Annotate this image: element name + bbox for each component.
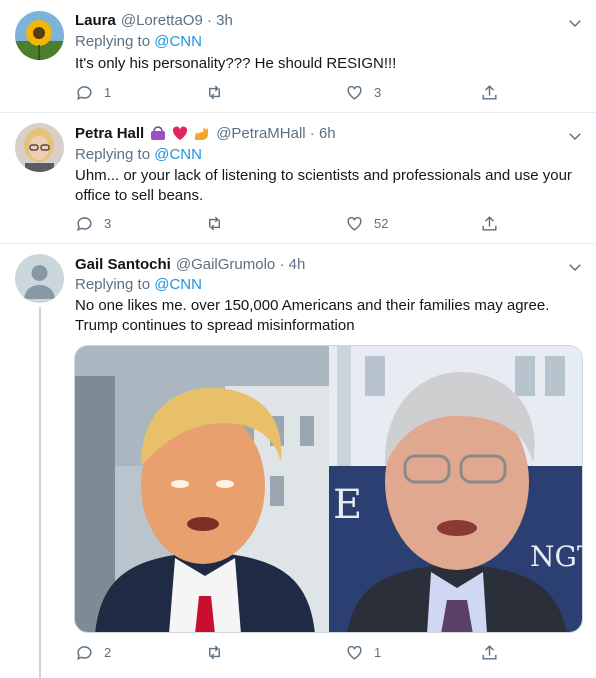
mention-link[interactable]: @CNN [154, 276, 202, 293]
woman-with-glasses-avatar-icon [15, 123, 64, 172]
display-name[interactable]: Gail Santochi [75, 256, 171, 273]
like-count: 52 [374, 215, 389, 231]
default-profile-avatar-icon [15, 254, 64, 303]
handle-and-time[interactable]: @PetraMHall · 6h [216, 125, 335, 142]
tweet-media-image[interactable]: E NGT [74, 345, 583, 633]
retweet-button[interactable] [205, 212, 234, 234]
replying-to: Replying to @CNN [75, 33, 202, 50]
share-icon [482, 84, 497, 100]
purse-emoji-icon [149, 124, 167, 142]
replying-to-label: Replying to [75, 276, 151, 293]
heart-icon [347, 85, 362, 100]
tweet-text: It's only his personality??? He should R… [75, 55, 397, 72]
replying-to-label: Replying to [75, 146, 151, 163]
share-icon [482, 644, 497, 660]
retweet-button[interactable] [205, 81, 234, 103]
handle-and-time[interactable]: @GailGrumolo · 4h [176, 256, 305, 273]
like-button[interactable]: 1 [345, 641, 381, 663]
retweet-icon [209, 645, 220, 659]
share-button[interactable] [480, 81, 499, 103]
avatar[interactable] [15, 123, 64, 172]
reply-count: 2 [104, 644, 112, 660]
heart-icon [347, 216, 362, 231]
retweet-icon [209, 216, 220, 230]
replying-to-label: Replying to [75, 33, 151, 50]
heart-icon [347, 645, 362, 660]
like-button[interactable]: 3 [345, 81, 381, 103]
chevron-down-icon[interactable] [566, 14, 584, 32]
chevron-down-icon[interactable] [566, 258, 584, 276]
thread-connector-line [39, 307, 41, 678]
cat-emoji-icon [193, 124, 211, 142]
mention-link[interactable]: @CNN [154, 146, 202, 163]
tweet-header: Petra Hall @PetraMHall · 6h [75, 123, 588, 143]
retweet-icon [209, 85, 220, 99]
mention-link[interactable]: @CNN [154, 33, 202, 50]
reply-button[interactable]: 2 [75, 641, 111, 663]
like-count: 1 [374, 644, 382, 660]
display-name[interactable]: Petra Hall [75, 125, 144, 142]
replying-to: Replying to @CNN [75, 146, 202, 163]
svg-text:E: E [333, 482, 362, 528]
like-button[interactable]: 52 [345, 212, 388, 234]
tweet-actions: 3 52 [75, 212, 505, 234]
reply-icon [77, 85, 92, 100]
handle-and-time[interactable]: @LorettaO9 · 3h [121, 12, 233, 29]
reply-button[interactable]: 1 [75, 81, 111, 103]
side-by-side-photo-two-men-icon: E NGT [75, 346, 583, 632]
replying-to: Replying to @CNN [75, 276, 202, 293]
retweet-button[interactable] [205, 641, 234, 663]
chevron-down-icon[interactable] [566, 127, 584, 145]
share-icon [482, 215, 497, 231]
tweet-actions: 2 1 [75, 641, 505, 663]
avatar[interactable] [15, 11, 64, 60]
reply-button[interactable]: 3 [75, 212, 111, 234]
reply-count: 1 [104, 84, 112, 100]
reply-icon [77, 216, 92, 231]
display-name[interactable]: Laura [75, 12, 116, 29]
tweet-header: Laura @LorettaO9 · 3h [75, 10, 588, 30]
tweet-header: Gail Santochi @GailGrumolo · 4h [75, 254, 588, 274]
avatar[interactable] [15, 254, 64, 303]
tweet-text: No one likes me. over 150,000 Americans … [75, 297, 550, 334]
reply-count: 3 [104, 215, 112, 231]
tweet-laura[interactable]: Laura @LorettaO9 · 3h Replying to @CNN I… [0, 0, 596, 113]
tweet-text: Uhm... or your lack of listening to scie… [75, 167, 572, 204]
sunflower-avatar-icon [15, 11, 64, 60]
share-button[interactable] [480, 641, 499, 663]
tweet-petra-hall[interactable]: Petra Hall @PetraMHall · 6h Replying to … [0, 113, 596, 244]
red-heart-emoji-icon [171, 124, 189, 142]
svg-text:NGT: NGT [530, 540, 583, 573]
like-count: 3 [374, 84, 382, 100]
reply-icon [77, 645, 92, 660]
share-button[interactable] [480, 212, 499, 234]
tweet-actions: 1 3 [75, 81, 505, 103]
